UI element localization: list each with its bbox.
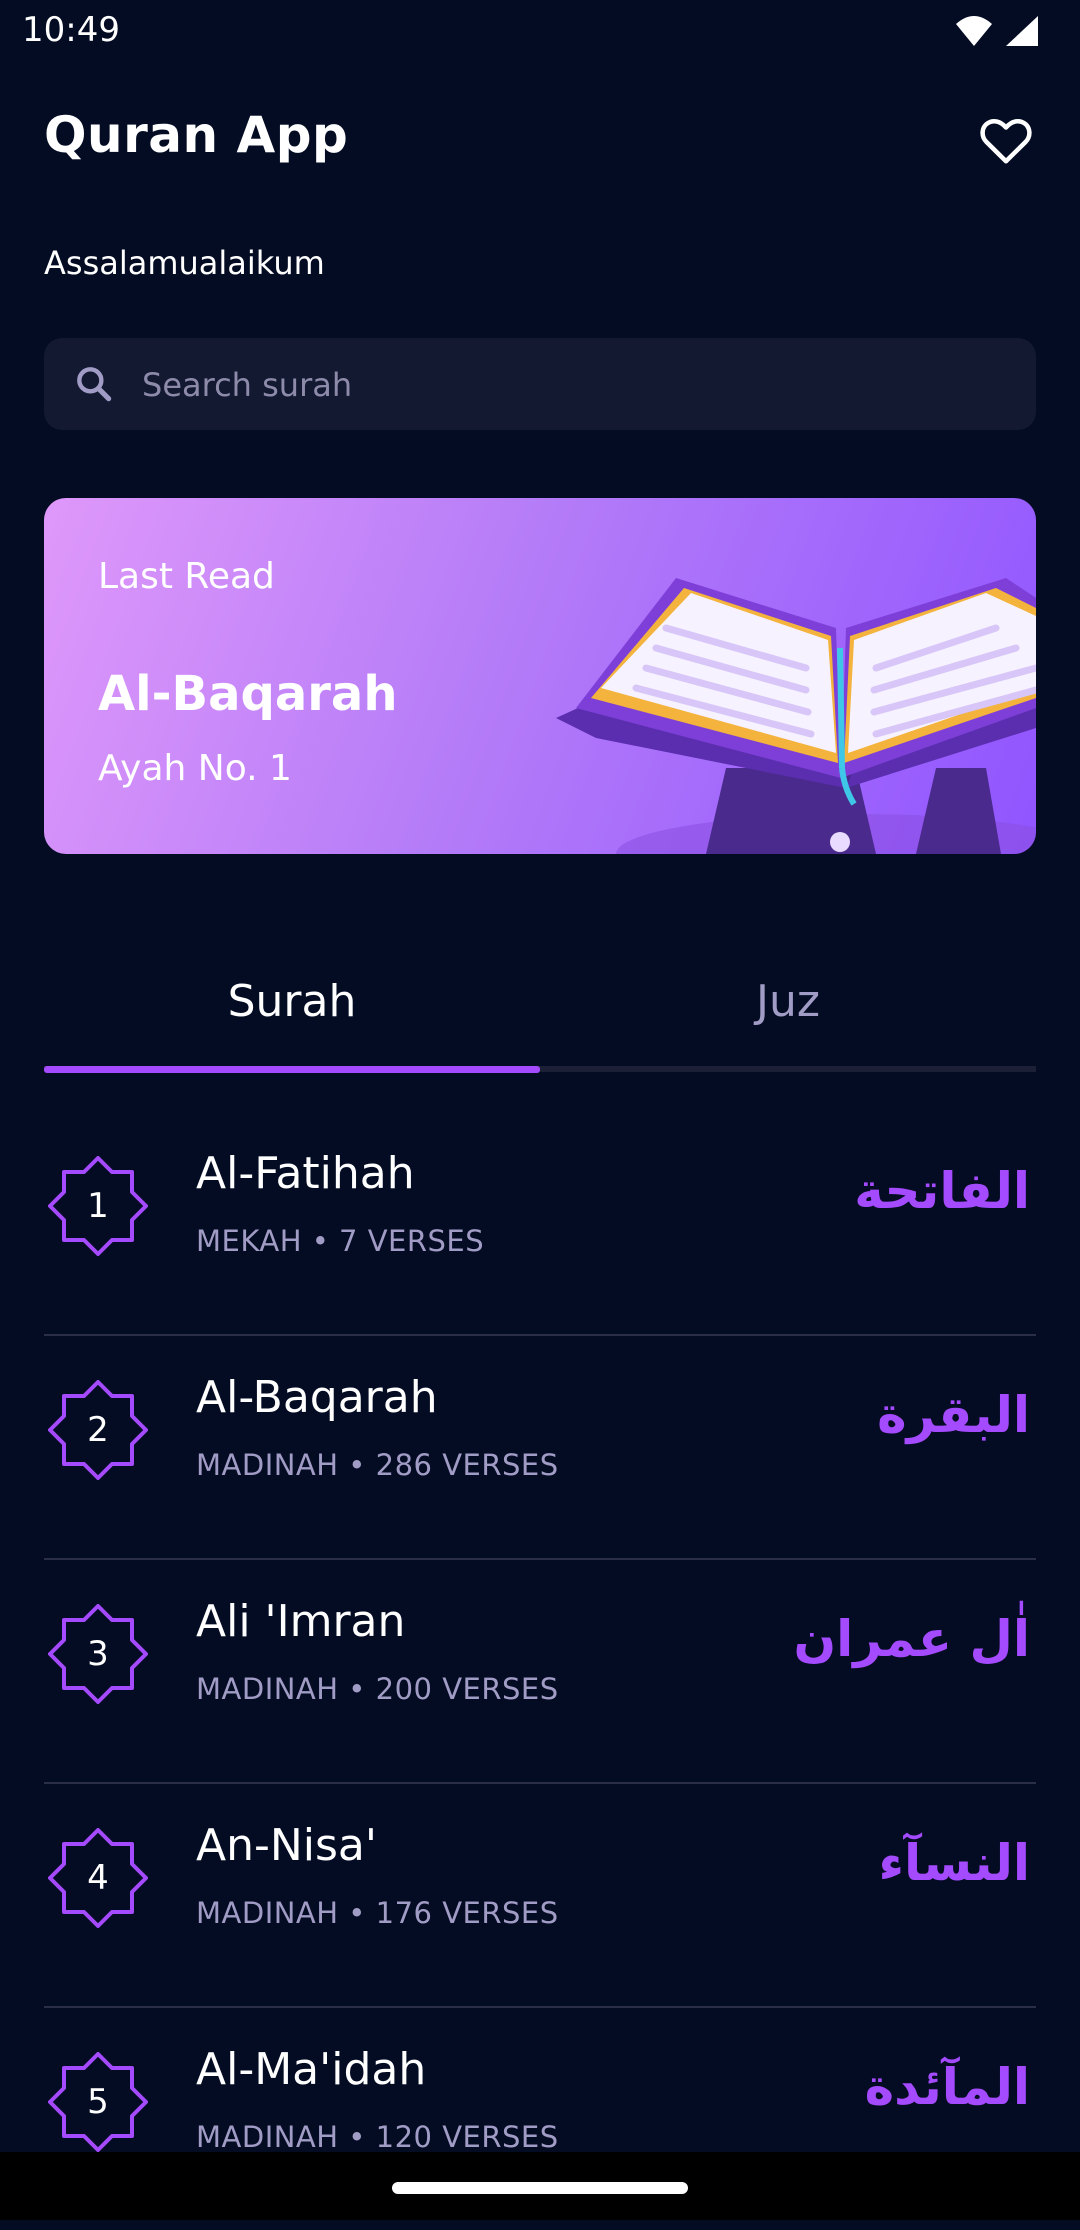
surah-row[interactable]: 2 Al-Baqarah MADINAH • 286 VERSES البقرة [44,1336,1036,1560]
surah-arabic-name: الفاتحة [854,1162,1030,1220]
app-header: Quran App [44,106,1036,186]
last-read-card[interactable]: Last Read Al-Baqarah Ayah No. 1 [44,498,1036,854]
search-icon [77,367,112,402]
last-read-label: Last Read [98,556,275,597]
surah-meta: MADINAH • 176 VERSES [196,1896,559,1930]
favorites-button[interactable] [976,110,1036,170]
surah-arabic-name: البقرة [877,1386,1030,1444]
surah-meta: MADINAH • 286 VERSES [196,1448,559,1482]
surah-meta: MADINAH • 120 VERSES [196,2120,559,2154]
quran-book-illustration [556,578,1036,854]
last-read-ayah: Ayah No. 1 [98,748,292,789]
surah-meta: MEKAH • 7 VERSES [196,1224,485,1258]
greeting-text: Assalamualaikum [44,244,325,282]
status-bar: 10:49 [0,0,1080,64]
surah-number: 2 [87,1410,109,1450]
signal-icon [1006,16,1038,46]
tab-surah[interactable]: Surah [44,960,540,1060]
status-time: 10:49 [22,10,120,50]
surah-number: 3 [87,1634,109,1674]
status-icons [954,14,1040,48]
surah-name: Ali 'Imran [196,1596,406,1647]
surah-number: 5 [87,2082,109,2122]
search-box[interactable] [44,338,1036,432]
surah-list: 1 Al-Fatihah MEKAH • 7 VERSES الفاتحة 2 … [44,1112,1036,2230]
heart-outline-icon [980,118,1032,164]
tab-active-indicator [44,1066,540,1073]
surah-name: Al-Baqarah [196,1372,438,1423]
surah-arabic-name: النسآء [878,1834,1030,1892]
home-indicator[interactable] [392,2182,688,2194]
wifi-icon [956,16,992,46]
last-read-surah: Al-Baqarah [98,666,398,722]
surah-number: 1 [87,1186,109,1226]
tab-bar: Surah Juz [44,960,1036,1076]
surah-name: Al-Fatihah [196,1148,415,1199]
surah-row[interactable]: 3 Ali 'Imran MADINAH • 200 VERSES اٰل عم… [44,1560,1036,1784]
system-nav-bar [0,2152,1080,2220]
surah-arabic-name: المآئدة [864,2058,1030,2116]
search-input[interactable] [140,338,1004,432]
app-title: Quran App [44,106,349,164]
surah-arabic-name: اٰل عمران [793,1610,1030,1668]
surah-name: Al-Ma'idah [196,2044,427,2095]
surah-row[interactable]: 1 Al-Fatihah MEKAH • 7 VERSES الفاتحة [44,1112,1036,1336]
surah-name: An-Nisa' [196,1820,377,1871]
tab-juz[interactable]: Juz [540,960,1036,1060]
surah-row[interactable]: 4 An-Nisa' MADINAH • 176 VERSES النسآء [44,1784,1036,2008]
surah-number: 4 [87,1858,109,1898]
surah-meta: MADINAH • 200 VERSES [196,1672,559,1706]
